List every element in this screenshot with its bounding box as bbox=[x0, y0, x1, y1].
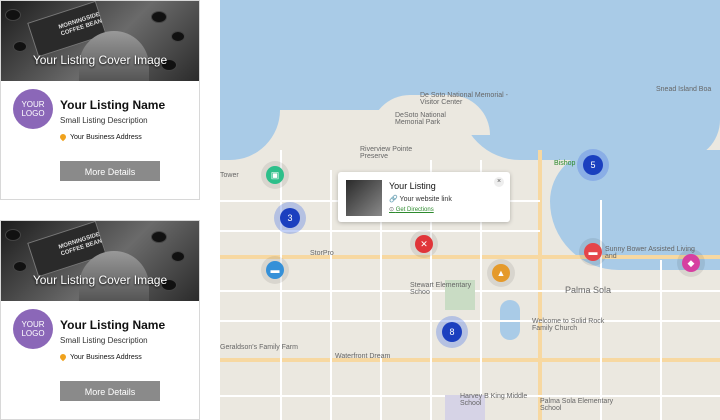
map-label: DeSoto National Memorial Park bbox=[395, 112, 446, 126]
road bbox=[600, 200, 602, 420]
link-icon: 🔗 bbox=[389, 196, 398, 203]
popup-thumbnail bbox=[346, 180, 382, 216]
marker-cluster[interactable]: 8 bbox=[442, 322, 462, 342]
more-details-button[interactable]: More Details bbox=[60, 161, 160, 181]
address-text: Your Business Address bbox=[70, 354, 142, 361]
listing-cover-image: MORNINGSIDE COFFEE BEAN Your Listing Cov… bbox=[1, 1, 199, 81]
website-link[interactable]: 🔗 Your website link bbox=[389, 195, 452, 203]
road bbox=[538, 150, 542, 420]
listing-name: Your Listing Name bbox=[60, 318, 166, 332]
road bbox=[220, 358, 720, 362]
fitness-marker-icon[interactable]: ▬ bbox=[584, 243, 602, 261]
listings-sidebar: MORNINGSIDE COFFEE BEAN Your Listing Cov… bbox=[0, 0, 220, 420]
business-logo: YOUR LOGO bbox=[13, 89, 53, 129]
marker-cluster[interactable]: 5 bbox=[583, 155, 603, 175]
listing-address: Your Business Address bbox=[58, 352, 142, 362]
map-label: Geraldson's Family Farm bbox=[220, 344, 298, 351]
directions-text: Get Directions bbox=[395, 207, 434, 213]
listing-cover-image: MORNINGSIDE COFFEE BEAN Your Listing Cov… bbox=[1, 221, 199, 301]
road bbox=[660, 260, 662, 420]
map-label: Riverview Pointe Preserve bbox=[360, 146, 413, 160]
map-view[interactable]: De Soto National Memorial - Visitor Cent… bbox=[220, 0, 720, 420]
logo-line: LOGO bbox=[21, 109, 45, 118]
bay-water bbox=[220, 100, 280, 160]
location-pin-icon bbox=[58, 132, 68, 142]
map-label: StorPro bbox=[310, 250, 334, 257]
listing-address: Your Business Address bbox=[58, 132, 142, 142]
attraction-marker-icon[interactable]: ▲ bbox=[492, 264, 510, 282]
gift-marker-icon[interactable]: ◆ bbox=[682, 254, 700, 272]
cover-label: Your Listing Cover Image bbox=[32, 273, 168, 287]
hotel-marker-icon[interactable]: ▬ bbox=[266, 261, 284, 279]
location-pin-icon bbox=[58, 352, 68, 362]
map-label: Palma Sola Elementary School bbox=[540, 398, 614, 412]
listing-card[interactable]: MORNINGSIDE COFFEE BEAN Your Listing Cov… bbox=[0, 220, 200, 420]
listing-description: Small Listing Description bbox=[60, 336, 148, 345]
logo-line: YOUR bbox=[21, 100, 45, 109]
cover-label: Your Listing Cover Image bbox=[32, 53, 168, 67]
map-label: Tower bbox=[220, 172, 239, 179]
road bbox=[220, 320, 720, 322]
road bbox=[280, 150, 282, 420]
map-label: Palma Sola bbox=[565, 285, 612, 295]
logo-line: LOGO bbox=[21, 329, 45, 338]
listing-popup[interactable]: Your Listing 🔗 Your website link ⊙ Get D… bbox=[338, 172, 510, 222]
map-label: Welcome to Solid Rock Family Church bbox=[532, 318, 605, 332]
restaurant-marker-icon[interactable]: ✕ bbox=[415, 235, 433, 253]
listing-card[interactable]: MORNINGSIDE COFFEE BEAN Your Listing Cov… bbox=[0, 0, 200, 200]
map-label: De Soto National Memorial - Visitor Cent… bbox=[420, 92, 508, 106]
more-details-button[interactable]: More Details bbox=[60, 381, 160, 401]
road bbox=[220, 230, 540, 232]
website-link-text: Your website link bbox=[399, 196, 452, 203]
close-icon[interactable]: × bbox=[494, 177, 504, 187]
map-label: Harvey B King Middle School bbox=[460, 393, 528, 407]
get-directions-link[interactable]: ⊙ Get Directions bbox=[389, 206, 434, 213]
location-icon: ⊙ bbox=[389, 207, 395, 213]
road bbox=[330, 170, 332, 420]
map-label: Waterfront Dream bbox=[335, 353, 391, 360]
logo-line: YOUR bbox=[21, 320, 45, 329]
map-label: Snead Island Boa bbox=[656, 86, 712, 93]
marker-cluster[interactable]: 3 bbox=[280, 208, 300, 228]
popup-title: Your Listing bbox=[389, 181, 436, 191]
map-label: Bishop bbox=[554, 160, 576, 167]
business-logo: YOUR LOGO bbox=[13, 309, 53, 349]
address-text: Your Business Address bbox=[70, 134, 142, 141]
listing-name: Your Listing Name bbox=[60, 98, 166, 112]
map-label: Stewart Elementary Schoo bbox=[410, 282, 472, 296]
shopping-marker-icon[interactable]: ▣ bbox=[266, 166, 284, 184]
listing-description: Small Listing Description bbox=[60, 116, 148, 125]
